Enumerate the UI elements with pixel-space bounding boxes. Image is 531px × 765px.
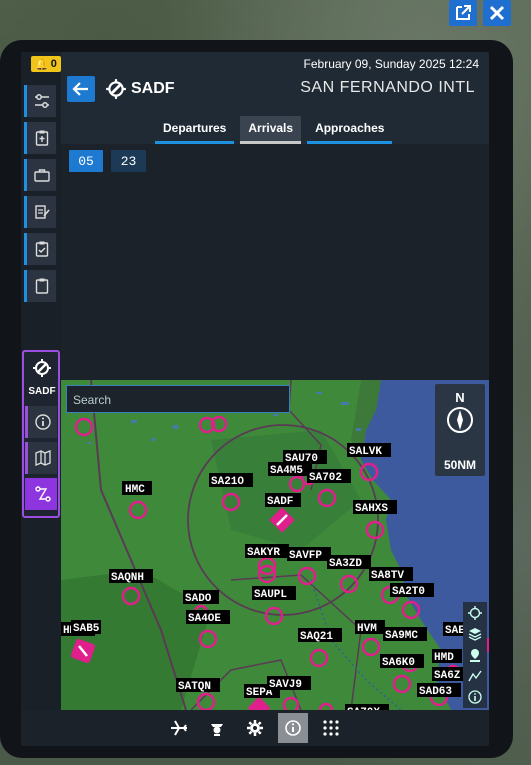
bell-icon: 🔔 xyxy=(35,58,49,71)
header: 🔔 0 February 09, Sunday 2025 12:24 SADF S… xyxy=(31,52,489,144)
waypoint-label: SA8TV xyxy=(371,570,404,582)
tab-departures[interactable]: Departures xyxy=(155,116,235,144)
waypoint-label: SA21O xyxy=(211,476,244,488)
waypoint-label: SA4OE xyxy=(188,613,221,625)
waypoint-label: SA2T0 xyxy=(392,586,425,598)
tab-bar: Departures Arrivals Approaches xyxy=(155,116,393,144)
compass-icon xyxy=(447,407,473,433)
close-icon[interactable] xyxy=(483,0,511,26)
tab-arrivals[interactable]: Arrivals xyxy=(240,116,302,144)
waypoint-label: SATQN xyxy=(178,681,211,693)
info-icon[interactable] xyxy=(468,690,482,704)
runway-05-button[interactable]: 05 xyxy=(69,150,103,172)
route-icon[interactable] xyxy=(25,478,57,510)
waypoint-label: SAKYR xyxy=(247,547,280,559)
waypoint-label: SAD63 xyxy=(419,686,452,698)
map-icon[interactable] xyxy=(25,442,57,474)
sliders-icon[interactable] xyxy=(24,85,56,117)
bottom-bar xyxy=(21,710,489,746)
waypoint-label: SAUPL xyxy=(254,589,287,601)
airport-icon xyxy=(32,358,52,383)
gear-icon[interactable] xyxy=(240,713,270,743)
clipboard-plane-icon[interactable] xyxy=(24,122,56,154)
waypoint-label: SADO xyxy=(185,593,212,605)
waypoint-label: SA6Z xyxy=(434,670,461,682)
waypoint-label: SALVK xyxy=(349,446,382,458)
waypoint-label: SA702 xyxy=(309,472,342,484)
waypoint-label: HMD xyxy=(434,652,454,664)
info-icon[interactable] xyxy=(25,406,57,438)
grid-icon[interactable] xyxy=(316,713,346,743)
waypoint-label: SAQNH xyxy=(111,572,144,584)
north-label: N xyxy=(455,390,465,405)
waypoint-label: SA3ZD xyxy=(329,558,362,570)
waypoint-label: SAVFP xyxy=(289,550,322,562)
waypoint-label: SAB5 xyxy=(73,623,100,635)
clipboard-check-icon[interactable] xyxy=(24,233,56,265)
crosshair-icon[interactable] xyxy=(468,605,482,620)
profile-icon[interactable] xyxy=(468,669,482,683)
waypoint-label: SAQ21 xyxy=(300,631,333,643)
notification-count: 0 xyxy=(50,58,57,70)
external-link-icon[interactable] xyxy=(449,0,477,26)
waypoint-label: SA4M5 xyxy=(270,465,303,477)
waypoint-label: SA6K0 xyxy=(382,657,415,669)
airport-code: SADF xyxy=(131,80,175,97)
airport-panel-label: SADF xyxy=(28,386,56,397)
waypoint-label: SADF xyxy=(267,496,293,508)
map-range[interactable]: 50NM xyxy=(435,458,485,472)
plane-icon[interactable] xyxy=(164,713,194,743)
info-icon[interactable] xyxy=(278,713,308,743)
sidebar: SADF xyxy=(21,52,61,746)
layers-icon[interactable] xyxy=(468,627,482,641)
datetime: February 09, Sunday 2025 12:24 xyxy=(303,57,479,71)
waypoint-label: SA9MC xyxy=(385,630,418,642)
location-icon[interactable] xyxy=(468,648,482,662)
airport-name: SAN FERNANDO INTL xyxy=(300,79,475,96)
map-view[interactable]: HMC SA21O SAU70 SA4M5 SA702 SALVK SADF S… xyxy=(61,380,489,710)
briefcase-icon[interactable] xyxy=(24,159,56,191)
notification-badge[interactable]: 🔔 0 xyxy=(31,56,61,72)
waypoint-label: HVM xyxy=(357,623,377,635)
clipboard-icon[interactable] xyxy=(24,270,56,302)
search-input[interactable]: Search xyxy=(66,385,290,413)
tab-approaches[interactable]: Approaches xyxy=(307,116,393,144)
pilot-icon[interactable] xyxy=(202,713,232,743)
map-canvas: HMC SA21O SAU70 SA4M5 SA702 SALVK SADF S… xyxy=(61,380,489,710)
efb-screen: SADF 🔔 0 February 09, Sunday 2025 12:24 S… xyxy=(21,52,489,746)
waypoint-label: SAHXS xyxy=(355,503,388,515)
checklist-edit-icon[interactable] xyxy=(24,196,56,228)
waypoint-label: HMC xyxy=(125,484,145,496)
back-button[interactable] xyxy=(67,76,95,102)
airport-icon xyxy=(105,78,127,105)
waypoint-label: SAVJ9 xyxy=(269,679,302,691)
compass[interactable]: N 50NM xyxy=(435,384,485,476)
map-tools xyxy=(463,602,487,708)
runway-23-button[interactable]: 23 xyxy=(111,150,146,172)
airport-panel: SADF xyxy=(22,350,60,518)
